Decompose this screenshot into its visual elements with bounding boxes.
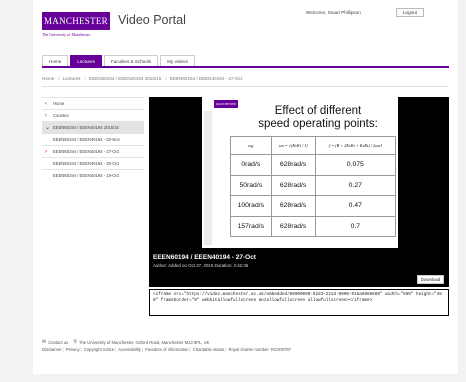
sidebar-item-19-oct[interactable]: EEEN60194 / EEEN40194 - 19-Oct [42,169,144,181]
slide-title-line1: Effect of different [274,105,362,117]
sidebar: ‹ Home ‹ Courses ⌄ EEEN60194 / EEEN40194… [42,97,144,181]
table-cell: 0.27 [314,174,397,196]
table-cell: 100rad/s [230,195,272,217]
video-title: EEEN60194 / EEEN40194 - 27-Oct [153,254,256,261]
table-cell: 50rad/s [230,174,272,196]
sidebar-item-label: Courses [53,113,69,118]
divider [42,86,449,87]
breadcrumb-separator: / [58,76,60,81]
breadcrumb-lectures[interactable]: Lectures [63,76,81,81]
tab-lectures[interactable]: Lectures [70,55,102,66]
portal-title: Video Portal [118,13,186,27]
table-cell: 628rad/s [270,154,316,176]
breadcrumb: Home / Lectures / EEEN60194 / EEEN40194 20… [42,76,244,81]
slide-table: ωg ωn = √(KvKi / J) ζ = (B + 2KvKt + KvK… [230,136,397,237]
sidebar-item-label: EEEN60194 / EEEN40194 - 20-Oct [53,161,119,166]
content-card: MANCHESTER The University of Manchester … [33,0,458,374]
footer-royal-charter: Royal charter number: RC000797 [228,347,292,352]
chevron-down-icon: ⌄ [45,125,51,131]
logo-subtitle: The University of Manchester [42,32,91,37]
sidebar-item-label: EEEN60194 / EEEN40194 - 02-Nov [53,137,120,142]
university-logo[interactable]: MANCHESTER [42,12,110,30]
footer-link-disclaimer[interactable]: Disclaimer [42,347,62,352]
table-row: 0rad/s 628rad/s 0.075 [230,154,397,176]
video-meta: Author: Added on Oct 27, 2015 Duration: … [153,263,249,268]
slide-logo: MANCHESTER [214,100,238,108]
slide-title: Effect of different speed operating poin… [238,105,398,131]
table-cell: 0.47 [314,195,397,217]
breadcrumb-home[interactable]: Home [42,76,54,81]
table-cell: 0.7 [314,215,397,237]
sidebar-item-courses[interactable]: ‹ Courses [42,109,144,121]
table-header-cell: ζ = (B + 2KvKt + KvKt) / 2ωnJ [314,136,397,155]
video-player[interactable]: MANCHESTER Effect of different speed ope… [149,97,449,287]
lecture-slide: MANCHESTER Effect of different speed ope… [202,97,398,248]
slide-title-line2: speed operating points: [258,118,378,130]
footer-separator: | [62,347,64,352]
tab-faculties-schools[interactable]: Faculties & Schools [103,55,159,66]
table-cell: 157rad/s [230,215,272,237]
logout-button[interactable]: Logout [396,8,424,17]
table-cell: 0rad/s [230,154,272,176]
chevron-right-icon: › [45,148,47,155]
sidebar-item-27-oct[interactable]: › EEEN60194 / EEEN40194 - 27-Oct [42,145,144,157]
sidebar-item-20-oct[interactable]: EEEN60194 / EEEN40194 - 20-Oct [42,157,144,169]
tab-my-videos[interactable]: My videos [160,55,195,66]
table-header-cell: ωg [230,136,272,155]
footer-link-copyright[interactable]: Copyright notice [84,347,114,352]
footer-contact-line: ✉ Contact us ⚲ The University of Manches… [42,339,209,345]
breadcrumb-separator: / [84,76,86,81]
welcome-text: Welcome, Stuart Phillipson [306,10,361,15]
sidebar-item-label: Home [53,101,65,106]
chevron-left-icon: ‹ [45,100,47,107]
breadcrumb-current: EEEN60194 / EEEN40194 - 27-Oct [169,76,243,81]
sidebar-item-course-2015-16[interactable]: ⌄ EEEN60194 / EEEN40194 2015/16 [42,121,144,133]
tab-home[interactable]: Home [42,55,69,66]
page: MANCHESTER The University of Manchester … [0,0,466,382]
footer-contact-link[interactable]: Contact us [48,340,68,345]
footer-links: Disclaimer| Privacy| Copyright notice| A… [42,347,291,352]
table-row: 100rad/s 628rad/s 0.47 [230,195,397,217]
main-nav-tabs: Home Lectures Faculties & Schools My vid… [42,55,197,66]
table-row: 50rad/s 628rad/s 0.27 [230,174,397,196]
table-cell: 628rad/s [270,215,316,237]
embed-code-field[interactable]: <iframe src="https://video.manchester.ac… [149,289,449,316]
footer-separator: | [115,347,117,352]
slide-sidebar [204,111,212,245]
logo-text: MANCHESTER [43,16,108,26]
breadcrumb-course[interactable]: EEEN60194 / EEEN40194 2015/16 [89,76,161,81]
table-cell: 628rad/s [270,195,316,217]
footer-separator: | [141,347,144,352]
location-pin-icon: ⚲ [73,339,77,345]
footer-link-foi[interactable]: Freedom of information [145,347,188,352]
footer-separator: | [80,347,82,352]
footer-link-accessibility[interactable]: Accessibility [118,347,141,352]
footer-separator: | [189,347,191,352]
footer-link-charitable[interactable]: Charitable status [193,347,224,352]
footer-address: The University of Manchester, Oxford Roa… [78,339,210,345]
table-header-cell: ωn = √(KvKi / J) [270,136,316,155]
sidebar-item-label: EEEN60194 / EEEN40194 - 19-Oct [53,173,119,178]
sidebar-item-02-nov[interactable]: EEEN60194 / EEEN40194 - 02-Nov [42,133,144,145]
footer-separator: | [225,347,227,352]
table-row: 157rad/s 628rad/s 0.7 [230,215,397,237]
table-cell: 628rad/s [270,174,316,196]
tab-underline [42,66,449,68]
sidebar-item-home[interactable]: ‹ Home [42,97,144,109]
breadcrumb-separator: / [165,76,167,81]
download-button[interactable]: Download [417,275,444,284]
sidebar-item-label: EEEN60194 / EEEN40194 - 27-Oct [53,149,119,154]
mail-icon: ✉ [42,339,47,345]
chevron-left-icon: ‹ [45,112,47,119]
table-cell: 0.075 [314,154,397,176]
sidebar-item-label: EEEN60194 / EEEN40194 2015/16 [53,125,119,130]
footer-link-privacy[interactable]: Privacy [66,347,80,352]
table-header-row: ωg ωn = √(KvKi / J) ζ = (B + 2KvKt + KvK… [230,136,397,155]
